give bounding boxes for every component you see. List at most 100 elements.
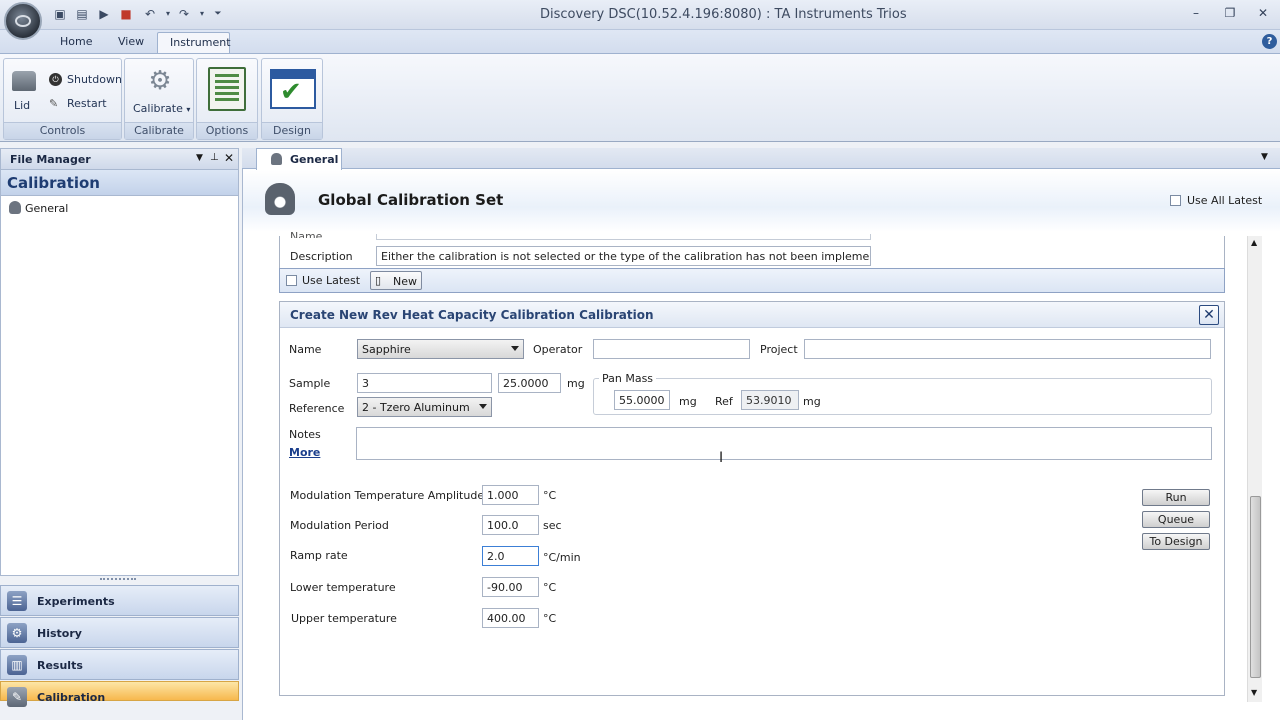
redo-icon[interactable]: ↷ (176, 6, 192, 22)
file-manager-header: File Manager ▼ ⊥ ✕ (0, 148, 239, 170)
tree-item-general[interactable]: General (25, 202, 68, 215)
redo-dropdown-icon[interactable]: ▾ (194, 6, 210, 22)
ribbon: Lid ⏻ Shutdown ✎ Restart Controls ⚙ Cali… (0, 53, 1280, 142)
new-button[interactable]: ▯ New (370, 271, 422, 290)
controls-group-label: Controls (4, 122, 121, 139)
close-panel-button[interactable]: ✕ (1199, 305, 1219, 325)
upper-temperature-field[interactable]: 400.00 (482, 608, 539, 628)
calibrate-button[interactable]: Calibrate ▾ (133, 102, 190, 115)
design-group: ✔ Design (261, 58, 323, 140)
application-menu-button[interactable] (4, 2, 42, 40)
scroll-down-icon[interactable]: ▼ (1251, 688, 1257, 697)
pin-icon[interactable]: ⊥ (210, 152, 219, 163)
chevron-down-icon (479, 404, 487, 409)
modulation-amplitude-field[interactable]: 1.000 (482, 485, 539, 505)
project-label: Project (760, 343, 798, 356)
close-window-icon[interactable]: ✕ (1252, 4, 1274, 22)
nav-calibration[interactable]: ✎ Calibration (0, 681, 239, 707)
to-design-button[interactable]: To Design (1142, 533, 1210, 550)
reference-select-value: 2 - Tzero Aluminum (362, 401, 470, 414)
file-manager-section: Calibration (0, 170, 239, 196)
restart-icon: ✎ (49, 97, 59, 110)
save-icon[interactable]: ▣ (52, 6, 68, 22)
tab-general-label: General (290, 153, 339, 166)
calibration-file-icon (9, 201, 21, 214)
tab-general[interactable]: General (256, 148, 342, 170)
ref-mass-field: 53.9010 (741, 390, 799, 410)
notes-field[interactable] (356, 427, 1212, 460)
param-unit: °C (543, 489, 557, 502)
use-all-latest-checkbox[interactable] (1170, 195, 1181, 209)
help-icon[interactable]: ? (1262, 34, 1277, 49)
name-field-clipped[interactable] (376, 234, 871, 240)
param-label: Modulation Period (290, 519, 389, 532)
results-icon: ▥ (7, 655, 27, 675)
restart-button[interactable]: Restart (67, 97, 107, 110)
reference-select[interactable]: 2 - Tzero Aluminum (357, 397, 492, 417)
modulation-period-field[interactable]: 100.0 (482, 515, 539, 535)
nav-results[interactable]: ▥ Results (0, 649, 239, 680)
history-icon: ⚙ (7, 623, 27, 643)
name-select[interactable]: Sapphire (357, 339, 524, 359)
pan-mass-label: Pan Mass (599, 372, 657, 385)
experiments-icon: ☰ (7, 591, 27, 611)
ramp-rate-field[interactable]: 2.0 (482, 546, 539, 566)
tab-view[interactable]: View (106, 32, 156, 53)
scroll-thumb[interactable] (1250, 496, 1261, 678)
controls-group: Lid ⏻ Shutdown ✎ Restart Controls (3, 58, 122, 140)
calibration-set-icon (265, 183, 295, 215)
tab-instrument[interactable]: Instrument (157, 32, 231, 53)
project-field[interactable] (804, 339, 1211, 359)
undo-dropdown-icon[interactable]: ▾ (160, 6, 176, 22)
panel-title: Create New Rev Heat Capacity Calibration… (290, 308, 654, 322)
vertical-scrollbar[interactable]: ▲ ▼ (1247, 236, 1262, 702)
use-latest-label: Use Latest (302, 274, 361, 287)
use-latest-checkbox[interactable] (286, 275, 297, 289)
name-label: Name (289, 343, 322, 356)
pan-mass-field[interactable]: 55.0000 (614, 390, 670, 410)
splitter-grip[interactable] (100, 578, 136, 581)
reference-label: Reference (289, 402, 345, 415)
document-icon[interactable]: ▤ (74, 6, 90, 22)
nav-history[interactable]: ⚙ History (0, 617, 239, 648)
lower-temperature-field[interactable]: -90.00 (482, 577, 539, 597)
customize-toolbar-icon[interactable]: ⏷ (210, 6, 226, 22)
sample-mass-field[interactable]: 25.0000 (498, 373, 561, 393)
chevron-down-icon (511, 346, 519, 351)
more-link[interactable]: More (289, 446, 320, 459)
description-label: Description (290, 250, 353, 263)
param-unit: °C/min (543, 551, 581, 564)
options-icon[interactable] (208, 67, 246, 111)
operator-field[interactable] (593, 339, 750, 359)
pan-mass-unit: mg (679, 395, 697, 408)
close-panel-icon[interactable]: ✕ (224, 151, 234, 165)
nav-experiments[interactable]: ☰ Experiments (0, 585, 239, 616)
sample-label: Sample (289, 377, 331, 390)
lid-button[interactable]: Lid (14, 99, 30, 112)
scroll-up-icon[interactable]: ▲ (1251, 238, 1257, 247)
description-field[interactable]: Either the calibration is not selected o… (376, 246, 871, 266)
undo-icon[interactable]: ↶ (142, 6, 158, 22)
name-select-value: Sapphire (362, 343, 411, 356)
minimize-icon[interactable]: – (1185, 4, 1207, 22)
queue-button[interactable]: Queue (1142, 511, 1210, 528)
document-tab-strip: ▼ (242, 148, 1280, 169)
shutdown-button[interactable]: Shutdown (67, 73, 122, 86)
design-icon[interactable]: ✔ (270, 69, 316, 109)
stop-icon[interactable]: ■ (118, 6, 134, 22)
options-group-label: Options (197, 122, 257, 139)
text-cursor-icon: I (719, 450, 724, 466)
run-button[interactable]: Run (1142, 489, 1210, 506)
calibrate-group: ⚙ Calibrate ▾ Calibrate (124, 58, 194, 140)
param-label: Modulation Temperature Amplitude ± (290, 489, 497, 502)
play-icon[interactable]: ▶ (96, 6, 112, 22)
sample-field[interactable]: 3 (357, 373, 492, 393)
sample-unit: mg (567, 377, 585, 390)
tab-list-dropdown-icon[interactable]: ▼ (1261, 152, 1268, 162)
dropdown-icon[interactable]: ▼ (196, 153, 203, 163)
restore-icon[interactable]: ❐ (1219, 4, 1241, 22)
tab-home[interactable]: Home (48, 32, 104, 53)
options-group: Options (196, 58, 258, 140)
name-label-clipped: Name (290, 230, 323, 238)
ribbon-tab-row: Home View Instrument (0, 30, 1280, 53)
